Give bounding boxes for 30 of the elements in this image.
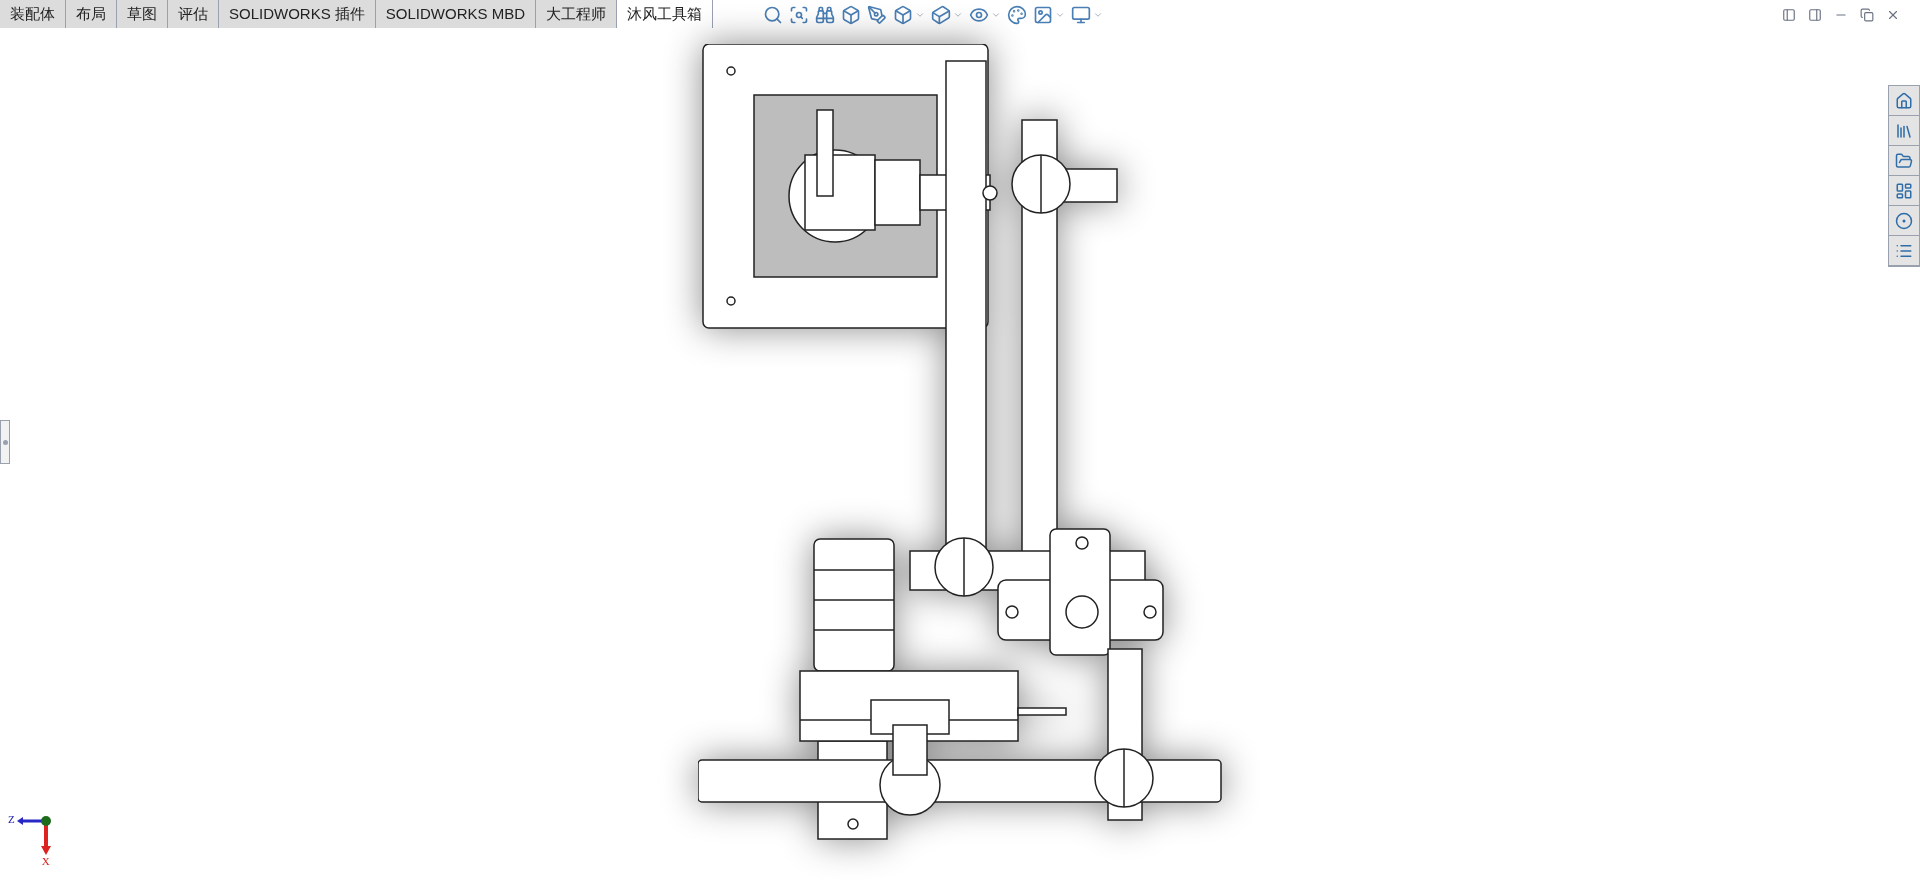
eye-icon[interactable]: [969, 5, 990, 25]
ribbon-tab[interactable]: 评估: [168, 0, 219, 28]
ribbon-tab[interactable]: 草图: [117, 0, 168, 28]
folder-icon[interactable]: [1895, 151, 1913, 170]
panel-right-icon[interactable]: [1808, 8, 1822, 22]
binoculars-icon[interactable]: [815, 5, 836, 25]
panel-handle[interactable]: [0, 420, 10, 464]
monitor-icon[interactable]: [1071, 5, 1092, 25]
palette-icon[interactable]: [1007, 5, 1028, 25]
ribbon-tab[interactable]: 装配体: [0, 0, 66, 28]
ribbon-tab[interactable]: 大工程师: [536, 0, 618, 28]
ribbon-tab[interactable]: 沐风工具箱: [617, 0, 714, 28]
close-icon[interactable]: [1886, 8, 1900, 22]
annotation-pen-icon[interactable]: [867, 5, 888, 25]
books-icon[interactable]: [1895, 121, 1913, 140]
restore-icon[interactable]: [1860, 8, 1874, 22]
ribbon-tab[interactable]: 布局: [66, 0, 117, 28]
home-icon[interactable]: [1895, 91, 1913, 110]
ribbon-tab[interactable]: SOLIDWORKS MBD: [375, 0, 537, 28]
scene-icon[interactable]: [1033, 5, 1054, 25]
panel-left-icon[interactable]: [1782, 8, 1796, 22]
axis-label: Z: [8, 814, 15, 825]
layout-icon[interactable]: [1895, 181, 1913, 200]
section-view-icon[interactable]: [841, 5, 862, 25]
ribbon-tab[interactable]: SOLIDWORKS 插件: [219, 0, 376, 28]
zoom-to-fit-icon[interactable]: [763, 5, 784, 25]
axis-label: X: [41, 856, 50, 867]
view-orientation-icon[interactable]: [893, 5, 914, 25]
display-style-icon[interactable]: [931, 5, 952, 25]
zoom-area-icon[interactable]: [789, 5, 810, 25]
